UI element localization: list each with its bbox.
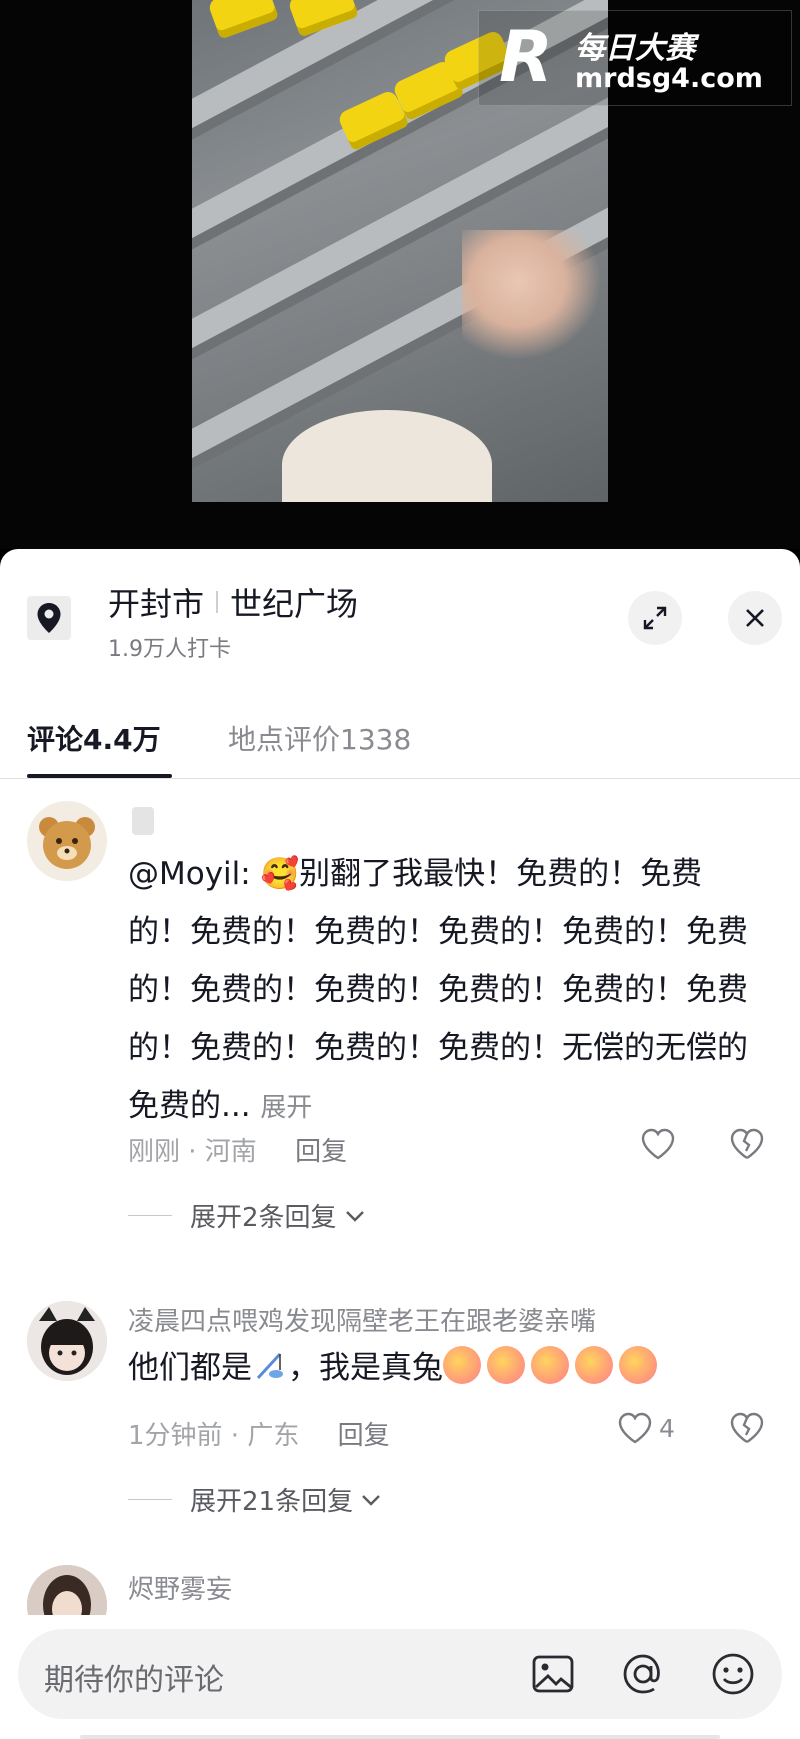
watermark: R 每日大赛 mrdsg4.com [478, 10, 792, 106]
chevron-down-icon [362, 1494, 380, 1506]
map-pin-icon [27, 596, 71, 640]
comment-username[interactable]: 凌晨四点喂鸡发现隔壁老王在跟老婆亲嘴 [128, 1301, 596, 1338]
avatar[interactable] [27, 1301, 107, 1381]
title-divider [216, 591, 219, 613]
checkin-count: 1.9万人打卡 [108, 637, 231, 662]
divider-dash [128, 1215, 172, 1216]
fishing-emoji-icon [256, 1352, 283, 1380]
divider-dash [128, 1499, 172, 1500]
close-icon [746, 609, 764, 627]
tab-active-indicator [27, 774, 172, 778]
avatar[interactable] [27, 801, 107, 881]
tab-bar: 评论4.4万 地点评价1338 [0, 674, 800, 779]
person-legs [462, 230, 602, 360]
expand-icon [643, 606, 667, 630]
heart-icon [641, 1128, 675, 1160]
close-button[interactable] [728, 591, 782, 645]
watermark-logo: R [499, 16, 553, 98]
expand-replies[interactable]: 展开2条回复 [128, 1197, 367, 1234]
hugging-emoji-icon [487, 1346, 525, 1384]
expand-replies-label: 展开21条回复 [190, 1487, 354, 1517]
emoji-icon[interactable] [710, 1651, 756, 1697]
expand-button[interactable] [628, 591, 682, 645]
avatar[interactable] [27, 1565, 107, 1615]
user-badge-icon [132, 807, 154, 835]
watermark-brand: 每日大赛 [575, 31, 695, 66]
dislike-button[interactable] [729, 1127, 765, 1165]
like-count: 4 [659, 1413, 675, 1443]
hugging-emoji-icon [443, 1346, 481, 1384]
comment-body: @Moyil: 🥰别翻了我最快！免费的！免费的！免费的！免费的！免费的！免费的！… [128, 856, 748, 1124]
like-button[interactable]: 4 [617, 1411, 675, 1445]
hugging-emoji-icon [575, 1346, 613, 1384]
dislike-button[interactable] [729, 1411, 765, 1449]
hugging-emoji-icon [531, 1346, 569, 1384]
home-indicator [80, 1735, 720, 1739]
comment-time-location: 刚刚 · 河南 [128, 1137, 257, 1167]
shirt [282, 410, 492, 502]
watermark-url: mrdsg4.com [575, 63, 763, 94]
broken-heart-icon [730, 1128, 764, 1160]
expand-text-link[interactable]: 展开 [260, 1093, 312, 1123]
at-icon[interactable] [620, 1651, 666, 1697]
expand-replies[interactable]: 展开21条回复 [128, 1481, 383, 1518]
comment-meta: 刚刚 · 河南 回复 [128, 1131, 347, 1168]
location-title[interactable]: 开封市 世纪广场 [108, 579, 358, 625]
tab-comments[interactable]: 评论4.4万 [27, 718, 161, 758]
comments-panel: 开封市 世纪广场 1.9万人打卡 评论4.4万 地点评价1338 @Moyil:… [0, 549, 800, 1739]
comment-text: @Moyil: 🥰别翻了我最快！免费的！免费的！免费的！免费的！免费的！免费的！… [128, 845, 758, 1137]
reply-button[interactable]: 回复 [295, 1137, 347, 1167]
hugging-emoji-icon [619, 1346, 657, 1384]
comment-body-prefix: 他们都是 [128, 1350, 252, 1386]
reply-button[interactable]: 回复 [338, 1421, 390, 1451]
like-button[interactable] [640, 1127, 676, 1161]
location-place: 世纪广场 [230, 585, 359, 623]
video-player[interactable]: R 每日大赛 mrdsg4.com [0, 0, 800, 549]
comment-meta: 1分钟前 · 广东 回复 [128, 1415, 390, 1452]
comment-text: 他们都是 ，我是真兔 [128, 1339, 758, 1397]
heart-icon [618, 1412, 652, 1444]
image-icon[interactable] [530, 1651, 576, 1697]
comment-input-bar[interactable]: 期待你的评论 [18, 1629, 782, 1719]
location-city: 开封市 [108, 585, 205, 623]
comment-username[interactable]: 烬野雾妄 [128, 1569, 232, 1606]
tab-place-reviews[interactable]: 地点评价1338 [228, 718, 411, 758]
broken-heart-icon [730, 1412, 764, 1444]
expand-replies-label: 展开2条回复 [190, 1203, 337, 1233]
stadium-seat [207, 0, 279, 40]
comment-time-location: 1分钟前 · 广东 [128, 1421, 300, 1451]
comment-body-suffix: ，我是真兔 [288, 1350, 443, 1386]
chevron-down-icon [345, 1210, 364, 1222]
comment-input[interactable]: 期待你的评论 [44, 1655, 224, 1699]
comment-item: 烬野雾妄 [0, 1565, 800, 1615]
